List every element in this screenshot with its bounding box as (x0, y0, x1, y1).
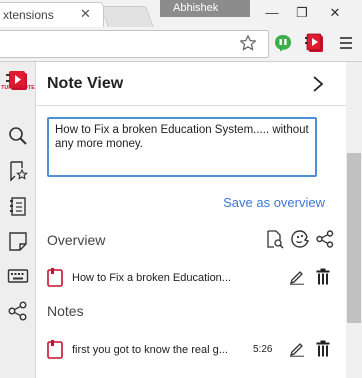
minimize-icon[interactable]: — (260, 3, 284, 23)
divider (36, 105, 346, 106)
note-clip-icon (47, 268, 63, 287)
browser-tab-extensions[interactable]: xtensions ✕ (0, 2, 104, 27)
panel-scrollbar[interactable] (346, 62, 362, 378)
new-tab-button[interactable] (100, 6, 154, 27)
notes-heading: Notes (47, 303, 84, 319)
note-timestamp[interactable]: 5:26 (253, 344, 272, 355)
tab-close-icon[interactable]: ✕ (80, 6, 91, 22)
tab-title: xtensions (3, 8, 54, 22)
note-item-text: first you got to know the real g... (72, 344, 228, 356)
note-clip-icon (47, 340, 63, 359)
bookmark-star-icon[interactable] (7, 160, 29, 182)
browser-toolbar (0, 27, 362, 62)
chevron-right-icon[interactable] (310, 74, 326, 94)
green-extension-icon[interactable] (274, 34, 292, 52)
overview-item[interactable]: How to Fix a broken Education... (36, 264, 346, 292)
save-as-overview-link[interactable]: Save as overview (223, 195, 325, 210)
overview-heading: Overview (47, 232, 106, 248)
scrollbar-thumb[interactable] (347, 153, 361, 323)
delete-icon[interactable] (316, 268, 330, 285)
brand-name: TURBONOTE (1, 85, 35, 91)
menu-icon[interactable] (340, 37, 352, 51)
note-item[interactable]: first you got to know the real g... 5:26 (36, 336, 346, 364)
page-corner-icon[interactable] (7, 230, 29, 252)
turbonote-extension-icon[interactable] (305, 32, 325, 54)
maximize-icon[interactable]: ❐ (290, 3, 314, 23)
face-icon[interactable] (290, 229, 310, 249)
share-icon[interactable] (7, 300, 29, 322)
star-icon[interactable] (239, 34, 257, 52)
delete-icon[interactable] (316, 340, 330, 357)
turbonote-logo: TURBONOTE (0, 62, 36, 102)
edit-icon[interactable] (289, 341, 305, 357)
side-rail: TURBONOTE (0, 62, 36, 378)
notes-list-icon[interactable] (7, 195, 29, 217)
browser-title-bar: xtensions ✕ Abhishek — ❐ ✕ (0, 0, 362, 27)
overview-item-text: How to Fix a broken Education... (72, 272, 231, 284)
page-search-icon[interactable] (265, 229, 285, 249)
search-icon[interactable] (7, 125, 29, 147)
panel-title: Note View (47, 75, 124, 92)
profile-badge[interactable]: Abhishek (160, 0, 250, 17)
note-view-panel: Note View How to Fix a broken Education … (36, 62, 346, 378)
address-bar[interactable] (0, 30, 269, 58)
edit-icon[interactable] (289, 269, 305, 285)
window-close-icon[interactable]: ✕ (323, 3, 347, 23)
keyboard-icon[interactable] (7, 265, 29, 287)
share-overview-icon[interactable] (315, 229, 335, 249)
note-editor[interactable]: How to Fix a broken Education System....… (47, 117, 317, 177)
